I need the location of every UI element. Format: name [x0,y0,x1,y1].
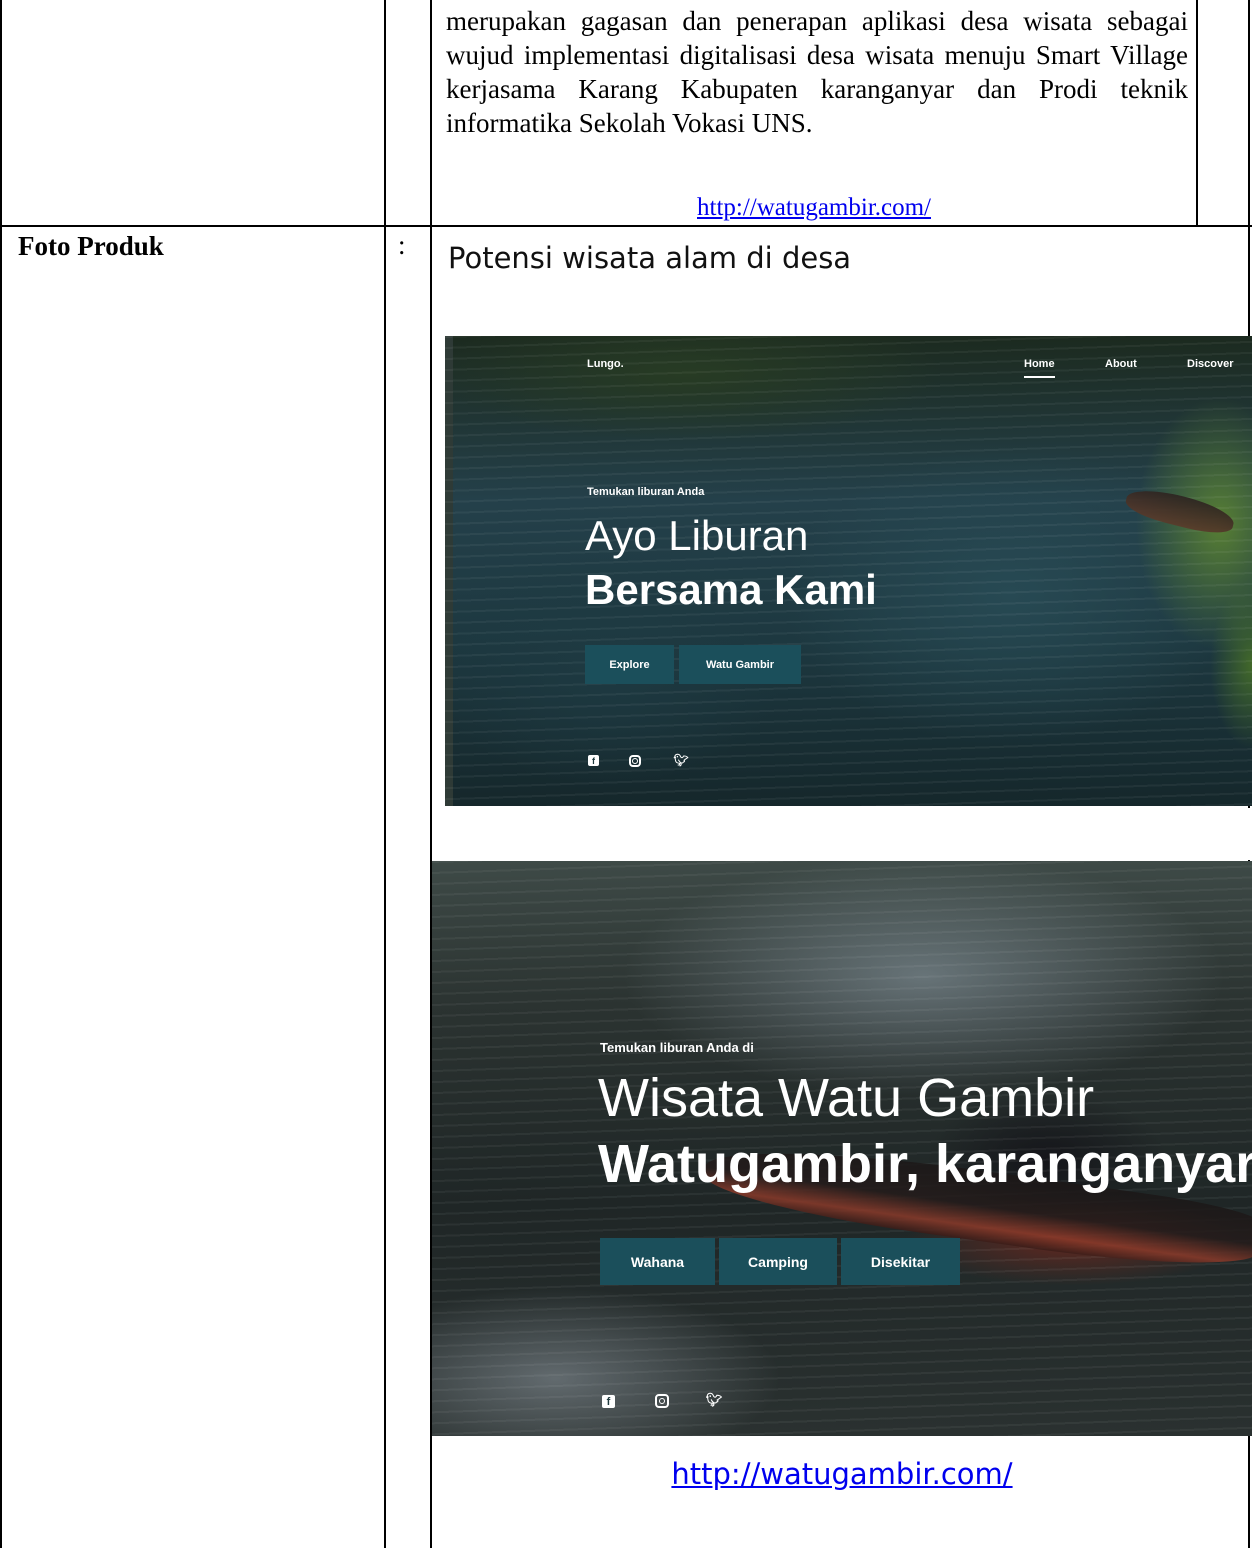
hero-title-bold: Bersama Kami [585,566,877,613]
photo-caption: Potensi wisata alam di desa [448,241,852,275]
instagram-icon[interactable] [629,755,641,767]
document-page: merupakan gagasan dan penerapan aplikasi… [0,0,1252,1548]
nav-about[interactable]: About [1105,358,1137,370]
hero-title-light: Ayo Liburan [585,512,809,559]
website-link-bottom[interactable]: http://watugambir.com/ [432,1457,1252,1491]
disekitar-button[interactable]: Disekitar [841,1238,960,1285]
row-label-foto-produk: Foto Produk [18,231,164,261]
table-border-left [0,0,2,1548]
table-row-divider [0,225,1252,227]
facebook-icon[interactable]: f [602,1395,615,1408]
row-colon: : [398,230,406,260]
watu-gambir-button[interactable]: Watu Gambir [679,645,801,684]
hero-title-light: Wisata Watu Gambir [598,1068,1095,1128]
camping-button[interactable]: Camping [719,1238,837,1285]
table-border-inner-right [1196,0,1198,226]
facebook-icon[interactable]: f [588,755,599,766]
instagram-icon[interactable] [655,1394,669,1408]
nav-home[interactable]: Home [1024,358,1055,378]
description-paragraph: merupakan gagasan dan penerapan aplikasi… [446,6,1188,138]
site-brand-logo[interactable]: Lungo. [587,358,624,370]
website-screenshot-home: Lungo. Home About Discover Temukan libur… [445,336,1252,806]
website-screenshot-watugambir: Temukan liburan Anda di Wisata Watu Gamb… [432,861,1252,1436]
nav-discover[interactable]: Discover [1187,358,1233,370]
explore-button[interactable]: Explore [585,645,674,684]
twitter-icon[interactable]: 🐦︎ [706,1392,723,1408]
hero-tagline: Temukan liburan Anda [587,486,705,498]
hero-title-bold: Watugambir, karanganyar [598,1134,1252,1194]
twitter-icon[interactable]: 🐦︎ [673,753,688,767]
hero-tagline: Temukan liburan Anda di [600,1040,754,1055]
website-link-top[interactable]: http://watugambir.com/ [432,194,1196,222]
table-border-col1 [384,0,386,1548]
wahana-button[interactable]: Wahana [600,1238,715,1285]
screenshot-gap [432,808,1252,860]
